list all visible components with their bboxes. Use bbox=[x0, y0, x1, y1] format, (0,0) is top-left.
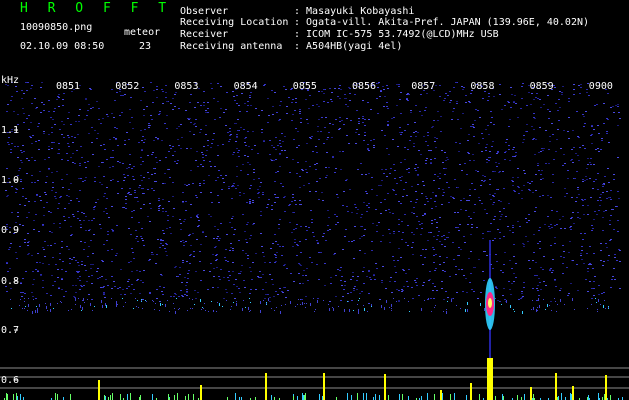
time-tick-label: 0851 bbox=[56, 81, 80, 92]
app-brand: H R O F F T bbox=[20, 1, 173, 16]
filename-label: 10090850.png bbox=[20, 22, 93, 33]
freq-tick-label: 0.9 bbox=[1, 225, 19, 236]
time-tick-label: 0852 bbox=[115, 81, 139, 92]
time-tick-label: 0855 bbox=[293, 81, 317, 92]
time-tick-label: 0853 bbox=[174, 81, 198, 92]
unit-label: kHz bbox=[1, 75, 19, 86]
meteor-event bbox=[4, 240, 623, 400]
datetime-label: 02.10.09 08:50 bbox=[20, 41, 105, 52]
info-label-location: Receiving Location bbox=[180, 17, 289, 28]
meteor-count: 23 bbox=[139, 41, 152, 52]
time-tick-label: 0856 bbox=[352, 81, 376, 92]
time-tick-label: 0857 bbox=[411, 81, 435, 92]
freq-tick-label: 0.6 bbox=[1, 375, 19, 386]
freq-tick-label: 1.0 bbox=[1, 175, 19, 186]
meteor-label: meteor bbox=[124, 27, 161, 38]
time-tick-label: 0854 bbox=[234, 81, 258, 92]
info-value-antenna: : A504HB(yagi 4el) bbox=[294, 41, 403, 52]
time-tick-label: 0859 bbox=[530, 81, 554, 92]
noise-layer bbox=[5, 82, 621, 314]
grid-lines bbox=[0, 129, 629, 389]
info-value-location: : Ogata-vill. Akita-Pref. JAPAN (139.96E… bbox=[294, 17, 590, 28]
info-value-receiver: : ICOM IC-575 53.7492(@LCD)MHz USB bbox=[294, 29, 499, 40]
info-label-receiver: Receiver bbox=[180, 29, 229, 40]
time-tick-label: 0858 bbox=[470, 81, 494, 92]
freq-tick-label: 1.1 bbox=[1, 125, 19, 136]
freq-tick-label: 0.7 bbox=[1, 325, 19, 336]
header: H R O F F T 10090850.png 02.10.09 08:50 … bbox=[0, 0, 629, 70]
spectrogram: 0851 0852 0853 0854 0855 0856 0857 0858 0859 0900… bbox=[0, 75, 629, 400]
info-label-antenna: Receiving antenna bbox=[180, 41, 283, 52]
freq-tick-label: 0.8 bbox=[1, 276, 19, 287]
time-tick-label: 0900 bbox=[589, 81, 613, 92]
